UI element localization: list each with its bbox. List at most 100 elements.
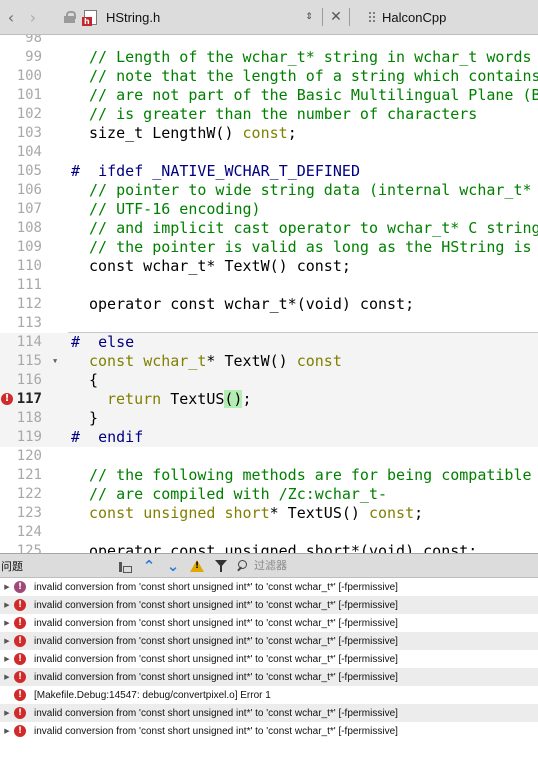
line-number: 118 xyxy=(16,410,42,426)
line-number: 102 xyxy=(16,106,42,122)
code-text: const wchar_t* TextW() const; xyxy=(89,257,351,275)
issue-row[interactable]: ▶! invalid conversion from 'const short u… xyxy=(0,578,538,596)
code-line[interactable]: 113 xyxy=(0,314,538,333)
forward-arrow-icon[interactable]: › xyxy=(22,0,44,35)
file-type-badge: h xyxy=(82,16,92,26)
line-number: 107 xyxy=(16,201,42,217)
open-document-selector[interactable]: HString.h xyxy=(106,10,306,25)
code-text: // is greater than the number of charact… xyxy=(89,105,478,123)
issue-message: invalid conversion from 'const short uns… xyxy=(34,599,398,611)
document-dropdown-icon[interactable]: ⇕ xyxy=(302,12,316,21)
fold-arrow-icon[interactable]: ▼ xyxy=(53,352,61,371)
error-icon: ! xyxy=(14,689,26,701)
line-number: 125 xyxy=(16,543,42,553)
issue-row[interactable]: ! [Makefile.Debug:14547: debug/convertpix… xyxy=(0,686,538,704)
drag-handle-icon[interactable] xyxy=(368,11,376,23)
search-icon xyxy=(236,559,248,572)
issue-row[interactable]: ▶! invalid conversion from 'const short u… xyxy=(0,668,538,686)
editor-toolbar: ‹ › h HString.h ⇕ ✕ HalconCpp xyxy=(0,0,538,35)
expand-chevron-icon[interactable]: ▶ xyxy=(0,619,14,627)
filter-funnel-icon[interactable] xyxy=(212,557,230,575)
line-number: 110 xyxy=(16,258,42,274)
back-arrow-icon[interactable]: ‹ xyxy=(0,0,22,35)
close-document-icon[interactable]: ✕ xyxy=(329,9,343,25)
code-text: operator const wchar_t*(void) const; xyxy=(89,295,415,313)
code-text: // are compiled with /Zc:wchar_t- xyxy=(89,485,388,503)
issue-message: invalid conversion from 'const short uns… xyxy=(34,653,398,665)
code-line[interactable]: 124 xyxy=(0,523,538,542)
issue-row[interactable]: ▶! invalid conversion from 'const short u… xyxy=(0,722,538,740)
line-number: 122 xyxy=(16,486,42,502)
error-icon: ! xyxy=(14,671,26,683)
issue-row[interactable]: ▶! invalid conversion from 'const short u… xyxy=(0,632,538,650)
lock-icon[interactable] xyxy=(64,11,76,23)
expand-chevron-icon[interactable]: ▶ xyxy=(0,637,14,645)
code-editor[interactable]: 98 99 // Length of the wchar_t* string in … xyxy=(0,35,538,553)
code-line[interactable]: 104 xyxy=(0,143,538,162)
code-line[interactable]: 119 # endif xyxy=(0,428,538,447)
code-line[interactable]: 106 // pointer to wide string data (inter… xyxy=(0,181,538,200)
line-number: 114 xyxy=(16,334,42,350)
code-line[interactable]: 103 size_t LengthW() const; xyxy=(0,124,538,143)
line-number: 109 xyxy=(16,239,42,255)
issue-row[interactable]: ▶! invalid conversion from 'const short u… xyxy=(0,614,538,632)
code-line[interactable]: 125 operator const unsigned short*(void) … xyxy=(0,542,538,553)
build-issues-icon[interactable] xyxy=(116,557,134,575)
code-line[interactable]: 98 xyxy=(0,35,538,48)
code-line[interactable]: 99 // Length of the wchar_t* string in wc… xyxy=(0,48,538,67)
issue-row[interactable]: ▶! invalid conversion from 'const short u… xyxy=(0,704,538,722)
line-number: 119 xyxy=(16,429,42,445)
code-line[interactable]: 121 // the following methods are for bein… xyxy=(0,466,538,485)
code-line[interactable]: 107 // UTF-16 encoding) xyxy=(0,200,538,219)
error-marker-icon[interactable]: ! xyxy=(1,393,13,405)
code-line[interactable]: 117! return TextUS(); xyxy=(0,390,538,409)
next-issue-icon[interactable]: ⌄ xyxy=(164,557,182,575)
code-line[interactable]: 111 xyxy=(0,276,538,295)
code-line[interactable]: 114 # else xyxy=(0,333,538,352)
project-selector[interactable]: HalconCpp xyxy=(382,10,446,25)
expand-chevron-icon[interactable]: ▶ xyxy=(0,727,14,735)
code-text: # endif xyxy=(71,428,144,446)
line-number: 112 xyxy=(16,296,42,312)
code-line[interactable]: 118} xyxy=(0,409,538,428)
issues-list: ▶! invalid conversion from 'const short u… xyxy=(0,578,538,758)
code-line[interactable]: 109 // the pointer is valid as long as th… xyxy=(0,238,538,257)
issue-row[interactable]: ▶! invalid conversion from 'const short u… xyxy=(0,650,538,668)
issue-row[interactable]: ▶! invalid conversion from 'const short u… xyxy=(0,596,538,614)
code-line[interactable]: 102 // is greater than the number of char… xyxy=(0,105,538,124)
filter-input[interactable] xyxy=(254,559,404,572)
expand-chevron-icon[interactable]: ▶ xyxy=(0,709,14,717)
line-number: 113 xyxy=(16,315,42,331)
code-line[interactable]: 100 // note that the length of a string w… xyxy=(0,67,538,86)
issue-message: invalid conversion from 'const short uns… xyxy=(34,581,398,593)
expand-chevron-icon[interactable]: ▶ xyxy=(0,601,14,609)
warning-filter-icon[interactable] xyxy=(188,557,206,575)
code-line[interactable]: 112 operator const wchar_t*(void) const; xyxy=(0,295,538,314)
previous-issue-icon[interactable]: ⌃ xyxy=(140,557,158,575)
code-text: size_t LengthW() const; xyxy=(89,124,297,142)
code-line[interactable]: 108 // and implicit cast operator to wcha… xyxy=(0,219,538,238)
line-number: 103 xyxy=(16,125,42,141)
code-line[interactable]: 101 // are not part of the Basic Multilin… xyxy=(0,86,538,105)
expand-chevron-icon[interactable]: ▶ xyxy=(0,583,14,591)
expand-chevron-icon[interactable]: ▶ xyxy=(0,655,14,663)
line-number: 123 xyxy=(16,505,42,521)
code-line[interactable]: 110 const wchar_t* TextW() const; xyxy=(0,257,538,276)
expand-chevron-icon[interactable]: ▶ xyxy=(0,673,14,681)
code-text: const wchar_t* TextW() const xyxy=(89,352,342,370)
code-line[interactable]: 120 xyxy=(0,447,538,466)
code-line[interactable]: 122 // are compiled with /Zc:wchar_t- xyxy=(0,485,538,504)
error-icon: ! xyxy=(14,617,26,629)
issue-message: invalid conversion from 'const short uns… xyxy=(34,707,398,719)
error-icon: ! xyxy=(14,707,26,719)
code-line[interactable]: 105 # ifdef _NATIVE_WCHAR_T_DEFINED xyxy=(0,162,538,181)
code-text: const unsigned short* TextUS() const; xyxy=(89,504,424,522)
line-number: 105 xyxy=(16,163,42,179)
code-text: // and implicit cast operator to wchar_t… xyxy=(89,219,538,237)
code-line[interactable]: 116 { xyxy=(0,371,538,390)
issues-toolbar: 问题 ⌃ ⌄ xyxy=(0,553,538,578)
toolbar-divider xyxy=(349,8,350,26)
line-number: 124 xyxy=(16,524,42,540)
code-line[interactable]: 123 const unsigned short* TextUS() const; xyxy=(0,504,538,523)
code-line[interactable]: 115 ▼ const wchar_t* TextW() const xyxy=(0,352,538,371)
